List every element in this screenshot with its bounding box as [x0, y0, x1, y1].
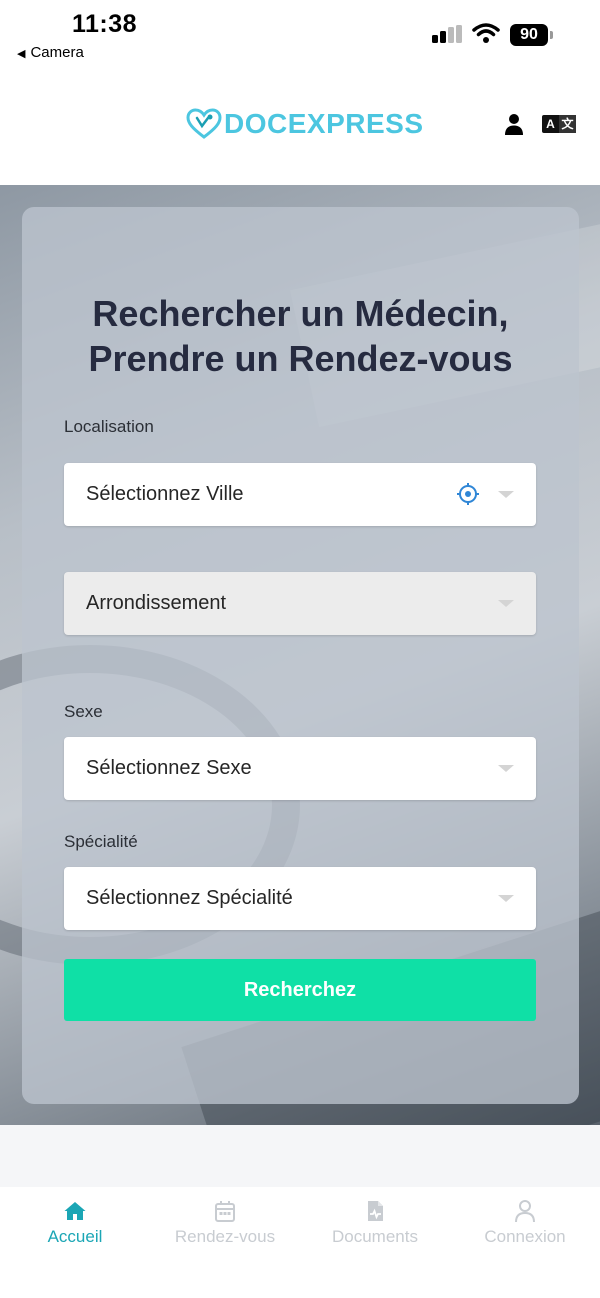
city-select[interactable]: Sélectionnez Ville [64, 463, 536, 526]
status-bar: 11:38 ◀ Camera 90 [0, 0, 600, 70]
translate-icon[interactable]: A 文 [542, 115, 576, 133]
app-header: DOCEXPRESS A 文 [0, 70, 600, 185]
nav-label: Connexion [484, 1227, 566, 1246]
document-icon [368, 1201, 383, 1221]
chevron-down-icon [498, 765, 514, 772]
nav-item-connexion[interactable]: Connexion [450, 1199, 600, 1247]
hero-section: Rechercher un Médecin, Prendre un Rendez… [0, 185, 600, 1125]
logo[interactable]: DOCEXPRESS [186, 107, 424, 141]
battery-nub [550, 31, 553, 39]
locate-icon[interactable] [456, 482, 480, 506]
translate-left-glyph: A [546, 117, 555, 131]
district-select-value: Arrondissement [86, 592, 227, 614]
title-line-2: Prendre un Rendez-vous [88, 338, 513, 379]
translate-right-glyph: 文 [559, 115, 576, 133]
nav-item-documents[interactable]: Documents [300, 1199, 450, 1247]
specialty-select-value: Sélectionnez Spécialité [86, 887, 293, 909]
district-select[interactable]: Arrondissement [64, 572, 536, 635]
cellular-signal-icon [432, 25, 464, 47]
nav-item-rendez-vous[interactable]: Rendez-vous [150, 1199, 300, 1247]
back-to-app-link[interactable]: ◀ Camera [17, 44, 84, 61]
user-icon [515, 1200, 535, 1223]
sex-select-value: Sélectionnez Sexe [86, 757, 252, 779]
specialty-select[interactable]: Sélectionnez Spécialité [64, 867, 536, 930]
logo-text: DOCEXPRESS [224, 108, 424, 139]
specialty-label: Spécialité [64, 832, 138, 851]
heart-stethoscope-icon [186, 108, 222, 139]
city-select-value: Sélectionnez Ville [86, 483, 244, 505]
calendar-icon [215, 1201, 235, 1222]
user-icon[interactable] [502, 112, 526, 136]
wifi-icon [472, 23, 500, 43]
content-spacer [0, 1125, 600, 1187]
status-time: 11:38 [72, 10, 138, 38]
back-label: Camera [30, 44, 84, 61]
sex-label: Sexe [64, 702, 103, 721]
nav-label: Accueil [47, 1227, 103, 1246]
title-line-1: Rechercher un Médecin, [92, 293, 509, 334]
page-title: Rechercher un Médecin, Prendre un Rendez… [42, 291, 559, 381]
bottom-nav: Accueil Rendez-vous Documents Connexion [0, 1187, 600, 1298]
chevron-down-icon [498, 491, 514, 498]
back-arrow-icon: ◀ [17, 48, 26, 60]
nav-item-accueil[interactable]: Accueil [0, 1199, 150, 1247]
nav-label: Rendez-vous [174, 1227, 276, 1246]
battery-indicator: 90 [510, 24, 548, 46]
nav-label: Documents [332, 1227, 418, 1246]
search-button[interactable]: Recherchez [64, 959, 536, 1021]
location-label: Localisation [64, 417, 154, 436]
home-icon [64, 1202, 86, 1220]
search-card: Rechercher un Médecin, Prendre un Rendez… [22, 207, 579, 1104]
chevron-down-icon [498, 895, 514, 902]
chevron-down-icon [498, 600, 514, 607]
sex-select[interactable]: Sélectionnez Sexe [64, 737, 536, 800]
